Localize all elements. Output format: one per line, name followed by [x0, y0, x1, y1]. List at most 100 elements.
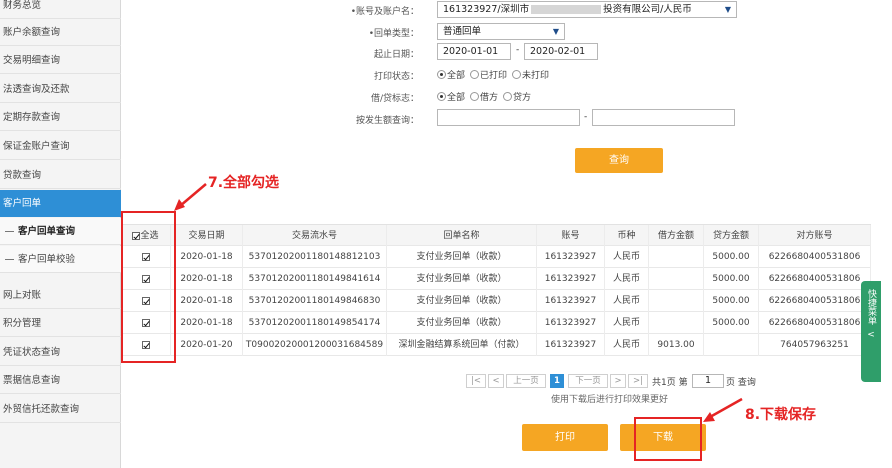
- sidebar-item-loan-query[interactable]: 贷款查询: [0, 162, 121, 189]
- query-button[interactable]: 查询: [575, 148, 663, 173]
- radio-selected-icon[interactable]: [437, 70, 446, 79]
- column-header: 币种: [605, 225, 649, 247]
- sidebar-item-online-reconciliation[interactable]: 网上对账: [0, 282, 121, 309]
- last-page-button[interactable]: >|: [628, 374, 648, 388]
- date-from-value: 2020-01-01: [443, 46, 499, 57]
- cell-currency: 人民币: [605, 334, 649, 356]
- print-status-radios: 全部 已打印 未打印: [437, 68, 551, 81]
- cell-debit: [649, 268, 704, 290]
- cell-account: 161323927: [537, 312, 605, 334]
- tree-branch-icon: [5, 259, 14, 260]
- amount-max-input[interactable]: [592, 109, 735, 126]
- account-value: 161323927/深圳市: [443, 4, 530, 15]
- sidebar-subitem-receipt-query[interactable]: 客户回单查询: [0, 218, 121, 245]
- sidebar-item-finance-overview[interactable]: 财务总览: [0, 0, 121, 19]
- first-page-button[interactable]: |<: [466, 374, 486, 388]
- sidebar-item-label: 财务总览: [3, 0, 42, 11]
- sidebar-item-trade-trust[interactable]: 外贸信托还款查询: [0, 396, 121, 423]
- cell-account: 161323927: [537, 334, 605, 356]
- table-row[interactable]: 2020-01-20 T090020200012000316845​89 深圳金…: [121, 334, 871, 356]
- cell-account: 161323927: [537, 290, 605, 312]
- prev-arrow-button[interactable]: <: [488, 374, 504, 388]
- sidebar: 财务总览 账户余额查询 交易明细查询 法透查询及还款 定期存款查询 保证金账户查…: [0, 0, 121, 468]
- sidebar-item-label: 积分管理: [3, 318, 42, 329]
- annotation-download-highlight: [634, 417, 702, 461]
- cell-counter-account: 6226680400531806: [759, 246, 871, 268]
- radio-icon[interactable]: [470, 70, 480, 79]
- quick-menu-tab[interactable]: 快捷菜单 <: [861, 281, 881, 382]
- date-to-value: 2020-02-01: [530, 46, 586, 57]
- sidebar-item-label: 网上对账: [3, 290, 42, 301]
- sidebar-item-label: 贷款查询: [3, 170, 42, 181]
- page-number-input[interactable]: 1: [692, 374, 724, 388]
- table-row[interactable]: 2020-01-18 5370120200118014984683​0 支付业务…: [121, 290, 871, 312]
- sidebar-item-balance-query[interactable]: 账户余额查询: [0, 19, 121, 46]
- receipt-type-select[interactable]: 普通回单 ▼: [437, 23, 565, 40]
- cell-receipt-name: 支付业务回单（收款）: [387, 246, 537, 268]
- sidebar-item-label: 票据信息查询: [3, 375, 61, 386]
- sidebar-item-overdraft[interactable]: 法透查询及还款: [0, 76, 121, 103]
- sidebar-item-label: 交易明细查询: [3, 55, 61, 66]
- receipt-type-label: •回单类型：: [368, 29, 419, 39]
- next-page-button[interactable]: 下一页: [568, 374, 608, 388]
- cell-counter-account: 6226680400531806: [759, 290, 871, 312]
- cell-credit: 5000.00: [704, 246, 759, 268]
- account-select[interactable]: 161323927/深圳市 投资有限公司/人民币 ▼: [437, 1, 737, 18]
- cell-receipt-name: 支付业务回单（收款）: [387, 312, 537, 334]
- debit-credit-label: 借/贷标志：: [370, 94, 419, 104]
- radio-label: 全部: [447, 71, 466, 81]
- sidebar-item-fixed-deposit[interactable]: 定期存款查询: [0, 104, 121, 131]
- radio-selected-icon[interactable]: [437, 92, 446, 101]
- cell-date: 2020-01-18: [171, 312, 243, 334]
- column-header: 贷方金额: [704, 225, 759, 247]
- chevron-left-icon: <: [867, 330, 875, 340]
- chevron-down-icon: ▼: [724, 5, 731, 14]
- cell-credit: [704, 334, 759, 356]
- radio-label: 借方: [480, 93, 499, 103]
- page-total-text: 共1页 第: [652, 378, 688, 388]
- table-row[interactable]: 2020-01-18 5370120200118014984161​4 支付业务…: [121, 268, 871, 290]
- date-from-input[interactable]: 2020-01-01: [437, 43, 511, 60]
- cell-receipt-name: 支付业务回单（收款）: [387, 268, 537, 290]
- receipt-type-value: 普通回单: [443, 26, 482, 37]
- radio-icon[interactable]: [470, 92, 480, 101]
- sidebar-item-margin-account[interactable]: 保证金账户查询: [0, 133, 121, 160]
- radio-icon[interactable]: [512, 70, 522, 79]
- print-hint: 使用下载后进行打印效果更好: [551, 395, 669, 405]
- debit-credit-all-option[interactable]: 全部: [437, 90, 465, 103]
- radio-label: 全部: [447, 93, 466, 103]
- date-to-input[interactable]: 2020-02-01: [524, 43, 598, 60]
- amount-min-input[interactable]: [437, 109, 580, 126]
- radio-label: 未打印: [522, 71, 550, 81]
- date-separator: -: [516, 45, 520, 55]
- page-go-text[interactable]: 页 查询: [726, 375, 756, 388]
- debit-credit-debit-option[interactable]: 借方: [470, 90, 498, 103]
- table-row[interactable]: 2020-01-18 5370120200118014985417​4 支付业务…: [121, 312, 871, 334]
- cell-account: 161323927: [537, 246, 605, 268]
- cell-account: 161323927: [537, 268, 605, 290]
- table-row[interactable]: 2020-01-18 5370120200118014881210​3 支付业务…: [121, 246, 871, 268]
- cell-serial: 5370120200118014984683​0: [243, 290, 387, 312]
- sidebar-item-bill-info[interactable]: 票据信息查询: [0, 367, 121, 394]
- sidebar-item-points[interactable]: 积分管理: [0, 310, 121, 337]
- sidebar-item-label: 法透查询及还款: [3, 84, 70, 95]
- sidebar-item-transaction-detail[interactable]: 交易明细查询: [0, 47, 121, 74]
- print-status-unprinted-option[interactable]: 未打印: [512, 68, 549, 81]
- radio-label: 贷方: [513, 93, 532, 103]
- next-arrow-button[interactable]: >: [610, 374, 626, 388]
- radio-icon[interactable]: [503, 92, 513, 101]
- annotation-step8-text: 8.下载保存: [745, 407, 817, 423]
- cell-counter-account: 6226680400531806: [759, 312, 871, 334]
- print-status-printed-option[interactable]: 已打印: [470, 68, 507, 81]
- sidebar-subitem-receipt-verify[interactable]: 客户回单校验: [0, 246, 121, 273]
- column-header: 交易日期: [171, 225, 243, 247]
- print-button[interactable]: 打印: [522, 424, 608, 451]
- print-status-all-option[interactable]: 全部: [437, 68, 465, 81]
- current-page-button[interactable]: 1: [550, 374, 564, 388]
- cell-date: 2020-01-20: [171, 334, 243, 356]
- debit-credit-credit-option[interactable]: 贷方: [503, 90, 531, 103]
- sidebar-item-customer-receipt[interactable]: 客户回单: [0, 190, 121, 217]
- sidebar-item-voucher-status[interactable]: 凭证状态查询: [0, 339, 121, 366]
- sidebar-item-label: 保证金账户查询: [3, 141, 70, 152]
- prev-page-button[interactable]: 上一页: [506, 374, 546, 388]
